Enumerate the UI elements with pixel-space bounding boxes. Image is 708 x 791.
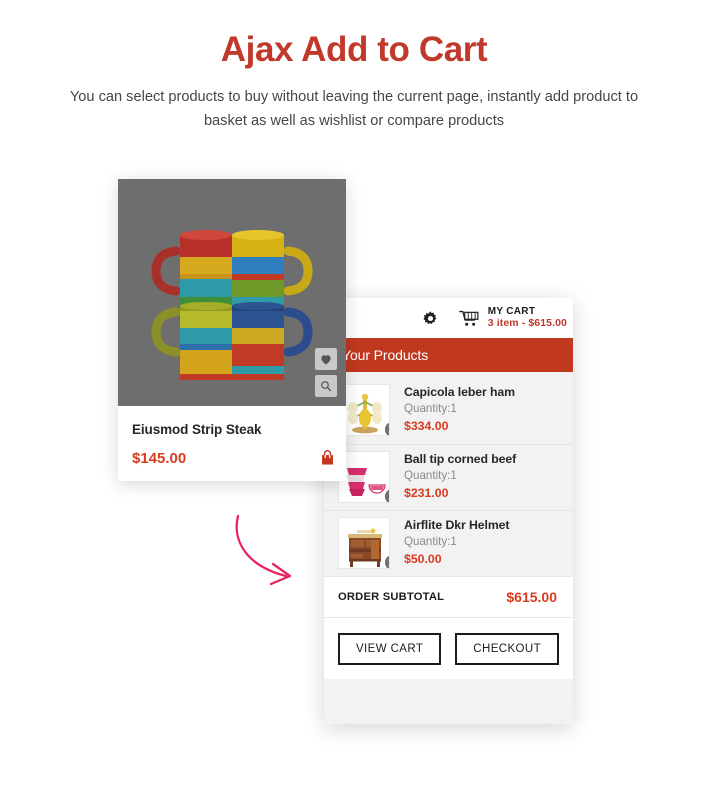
cart-item[interactable]: Airflite Dkr Helmet Quantity:1 $50.00 [324,510,573,576]
product-image[interactable] [118,179,346,406]
cart-icon [458,310,479,326]
product-name: Eiusmod Strip Steak [132,422,262,437]
cart-item-quantity: Quantity:1 [404,535,457,548]
product-price: $145.00 [132,450,187,467]
mini-cart-topbar: MY CART 3 item - $615.00 [324,298,573,338]
cart-button[interactable] [458,310,479,327]
cart-summary[interactable]: MY CART 3 item - $615.00 [487,306,569,329]
cart-item-price: $334.00 [404,419,449,433]
product-hover-actions [315,348,337,397]
cart-banner: Your Products [324,338,573,372]
mug-tree-thumbnail-icon [339,385,389,435]
product-card[interactable]: Eiusmod Strip Steak $145.00 [118,179,346,481]
cart-item[interactable]: Ball tip corned beef Quantity:1 $231.00 [324,444,573,510]
cart-item-name: Capicola leber ham [404,385,515,399]
mug-illustration [151,230,313,380]
order-subtotal-label: ORDER SUBTOTAL [338,591,445,603]
search-icon [321,381,332,392]
cart-item-price: $50.00 [404,552,442,566]
kitchen-cart-thumbnail-icon [339,518,389,568]
cart-item-details: Airflite Dkr Helmet Quantity:1 $50.00 [390,517,509,570]
cart-item-price: $231.00 [404,486,449,500]
cart-item-name: Ball tip corned beef [404,452,517,466]
mini-cart-panel: MY CART 3 item - $615.00 Your Products C… [324,298,573,724]
checkout-button[interactable]: CHECKOUT [455,632,560,665]
order-subtotal-value: $615.00 [506,589,557,605]
wishlist-button[interactable] [315,348,337,370]
cart-item-quantity: Quantity:1 [404,469,457,482]
quick-view-button[interactable] [315,375,337,397]
heart-icon [321,354,331,364]
page-root: Ajax Add to Cart You can select products… [0,0,708,791]
gear-icon [423,310,437,324]
cart-actions: VIEW CART CHECKOUT [324,617,573,679]
cart-item-details: Ball tip corned beef Quantity:1 $231.00 [390,451,516,504]
page-subtitle: You can select products to buy without l… [69,89,639,129]
cart-item[interactable]: Capicola leber ham Quantity:1 $334.00 [324,378,573,444]
product-info: Eiusmod Strip Steak $145.00 [118,406,346,481]
order-subtotal-row: ORDER SUBTOTAL $615.00 [324,576,573,617]
page-title: Ajax Add to Cart [220,30,488,69]
cart-summary-total: 3 item - $615.00 [487,316,567,329]
bowls-thumbnail-icon [339,452,389,502]
cart-item-thumbnail[interactable] [338,517,390,569]
shopping-bag-icon [322,450,333,465]
cart-item-details: Capicola leber ham Quantity:1 $334.00 [390,384,515,438]
cart-item-name: Airflite Dkr Helmet [404,518,510,532]
settings-button[interactable] [422,310,439,327]
add-to-cart-button[interactable] [320,450,335,471]
curved-arrow-icon [235,514,292,586]
cart-items-list: Capicola leber ham Quantity:1 $334.00 Ba… [324,372,573,576]
cart-item-quantity: Quantity:1 [404,402,457,415]
view-cart-button[interactable]: VIEW CART [337,632,442,665]
